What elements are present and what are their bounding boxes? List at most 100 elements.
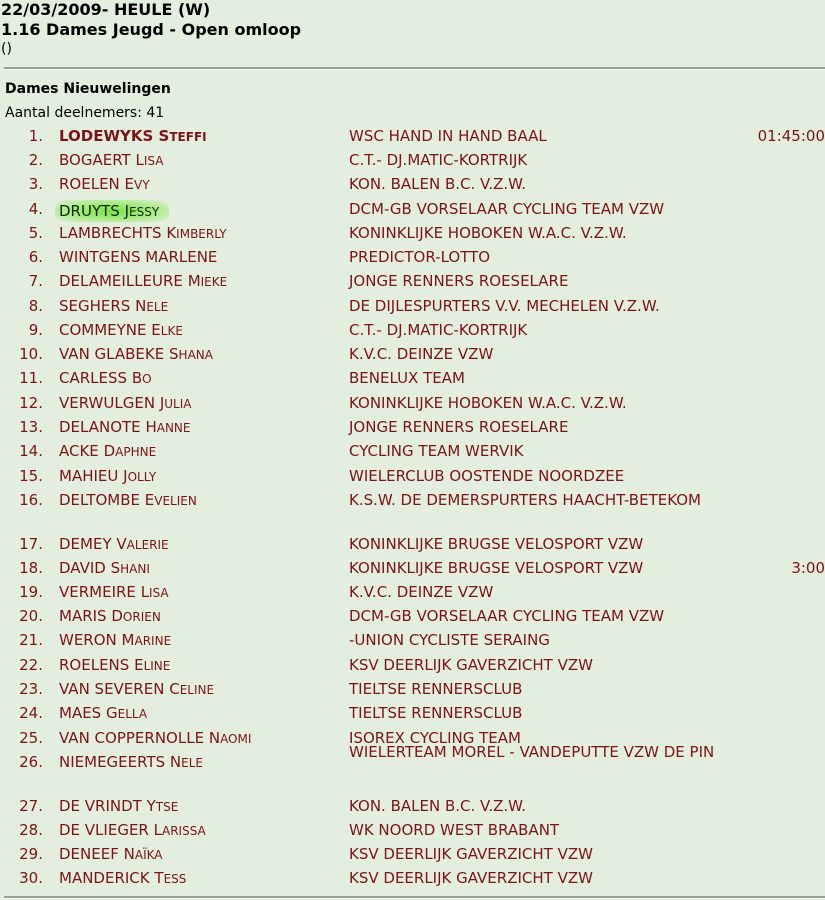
result-position: 13. [19, 418, 43, 436]
rider-surname: VAN GLABEKE [59, 345, 165, 363]
race-subtitle: () [1, 41, 12, 57]
rider-name: ACKE DAPHNE [59, 442, 156, 460]
team-name: JONGE RENNERS ROESELARE [349, 272, 569, 290]
team-name: CYCLING TEAM WERVIK [349, 442, 524, 460]
finish-time: 3:00 [791, 559, 825, 577]
rider-name: CARLESS BO [59, 369, 152, 387]
rider-firstname: SHANA [169, 345, 213, 363]
category-title: Dames Nieuwelingen [5, 81, 171, 97]
rider-firstname-initial: E [151, 321, 161, 339]
rider-firstname-initial: N [208, 729, 221, 747]
rider-name: DE VRINDT YTSE [59, 797, 178, 815]
rider-firstname: GELLA [106, 704, 147, 722]
rider-name: VERWULGEN JULIA [59, 394, 191, 412]
rider-firstname: LISA [141, 583, 169, 601]
rider-firstname-initial: K [166, 224, 177, 242]
participant-count: Aantal deelnemers: 41 [5, 105, 165, 121]
rider-firstname-initial: T [154, 869, 164, 887]
rider-firstname-rest: ESSY [129, 205, 160, 219]
rider-firstname: NELE [170, 753, 203, 771]
result-position: 1. [28, 127, 43, 145]
rider-firstname-initial: N [169, 753, 182, 771]
rider-firstname: ELINE [134, 656, 170, 674]
rider-firstname: NAÏKA [124, 845, 163, 863]
rider-firstname: JESSY [125, 202, 160, 220]
rider-firstname-rest: VELIEN [154, 494, 197, 508]
rider-surname: VAN SEVEREN [59, 680, 165, 698]
rider-surname: MAES [59, 704, 102, 722]
rider-firstname-initial: Y [146, 797, 156, 815]
rider-firstname-initial: M [121, 631, 135, 649]
team-name: KSV DEERLIJK GAVERZICHT VZW [349, 656, 593, 674]
team-name: DCM-GB VORSELAAR CYCLING TEAM VZW [349, 200, 665, 218]
rider-surname: DE VLIEGER [59, 821, 149, 839]
rider-name: COMMEYNE ELKE [59, 321, 183, 339]
rider-firstname-initial: E [144, 491, 155, 509]
result-position: 10. [19, 345, 43, 363]
rider-firstname: SHANI [111, 559, 150, 577]
team-name: WK NOORD WEST BRABANT [349, 821, 560, 839]
rider-firstname-initial: G [105, 704, 118, 722]
rider-firstname: JULIA [160, 394, 192, 412]
rider-firstname-rest: ELINE [179, 683, 215, 697]
rider-firstname-rest: ELE [146, 300, 169, 314]
rider-firstname: CELINE [169, 680, 214, 698]
result-position: 3. [28, 175, 43, 193]
rider-name: DELANOTE HANNE [59, 418, 190, 436]
rider-firstname-rest: ARINE [134, 634, 172, 648]
finish-time: 01:45:00 [757, 127, 825, 145]
rider-firstname-initial: L [135, 151, 144, 169]
race-category-title: 1.16 Dames Jeugd - Open omloop [1, 20, 302, 39]
rider-firstname-rest: VY [134, 178, 150, 192]
result-position: 17. [19, 535, 43, 553]
rider-firstname: EVY [125, 175, 150, 193]
top-divider [4, 67, 825, 70]
rider-name: WINTGENS MARLENE [59, 248, 217, 266]
result-position: 29. [19, 845, 43, 863]
result-position: 15. [19, 467, 43, 485]
rider-name: DELTOMBE EVELIEN [59, 491, 197, 509]
team-name: WSC HAND IN HAND BAAL [349, 127, 547, 145]
rider-firstname: KIMBERLY [166, 224, 226, 242]
rider-firstname: STEFFI [159, 127, 207, 145]
rider-surname: ACKE [59, 442, 99, 460]
rider-firstname-initial: M [187, 272, 201, 290]
rider-name: MAHIEU JOLLY [59, 467, 156, 485]
result-position: 5. [28, 224, 43, 242]
rider-firstname: DORIEN [111, 607, 160, 625]
rider-firstname-initial: C [169, 680, 180, 698]
team-name: C.T.- DJ.MATIC-KORTRIJK [349, 321, 528, 339]
rider-surname: CARLESS [59, 369, 128, 387]
rider-firstname-rest: IMBERLY [176, 227, 227, 241]
rider-firstname-rest: ISA [143, 154, 164, 168]
rider-firstname-rest: ANNE [156, 421, 191, 435]
result-position: 21. [19, 631, 43, 649]
rider-name: ROELENS ELINE [59, 656, 170, 674]
rider-firstname-rest: ORIEN [122, 610, 161, 624]
rider-name: BOGAERT LISA [59, 151, 163, 169]
rider-firstname-initial: S [158, 127, 170, 145]
result-position: 4. [28, 200, 43, 218]
rider-firstname-initial: D [111, 607, 123, 625]
result-position: 6. [28, 248, 43, 266]
rider-firstname-initial: N [123, 845, 135, 863]
team-name: KONINKLIJKE HOBOKEN W.A.C. V.Z.W. [349, 394, 627, 412]
rider-firstname-rest: TSE [155, 800, 179, 814]
rider-firstname-rest: ALERIE [126, 538, 169, 552]
rider-firstname-initial: B [131, 369, 143, 387]
team-name: KSV DEERLIJK GAVERZICHT VZW [349, 869, 593, 887]
rider-firstname-rest: ARISSA [161, 824, 206, 838]
rider-firstname: NAOMI [209, 729, 252, 747]
team-name: KSV DEERLIJK GAVERZICHT VZW [349, 845, 593, 863]
rider-firstname: MIEKE [188, 272, 228, 290]
rider-firstname-rest: ESS [163, 872, 187, 886]
rider-firstname: EVELIEN [145, 491, 197, 509]
rider-surname: VERMEIRE [59, 583, 136, 601]
rider-firstname: TESS [154, 869, 186, 887]
rider-name: SEGHERS NELE [59, 297, 168, 315]
result-position: 27. [19, 797, 43, 815]
rider-name: NIEMEGEERTS NELE [59, 753, 203, 771]
rider-name: DE VLIEGER LARISSA [59, 821, 206, 839]
race-date-title: 22/03/2009- HEULE (W) [1, 0, 211, 19]
rider-firstname-rest: AÏKA [134, 848, 163, 862]
